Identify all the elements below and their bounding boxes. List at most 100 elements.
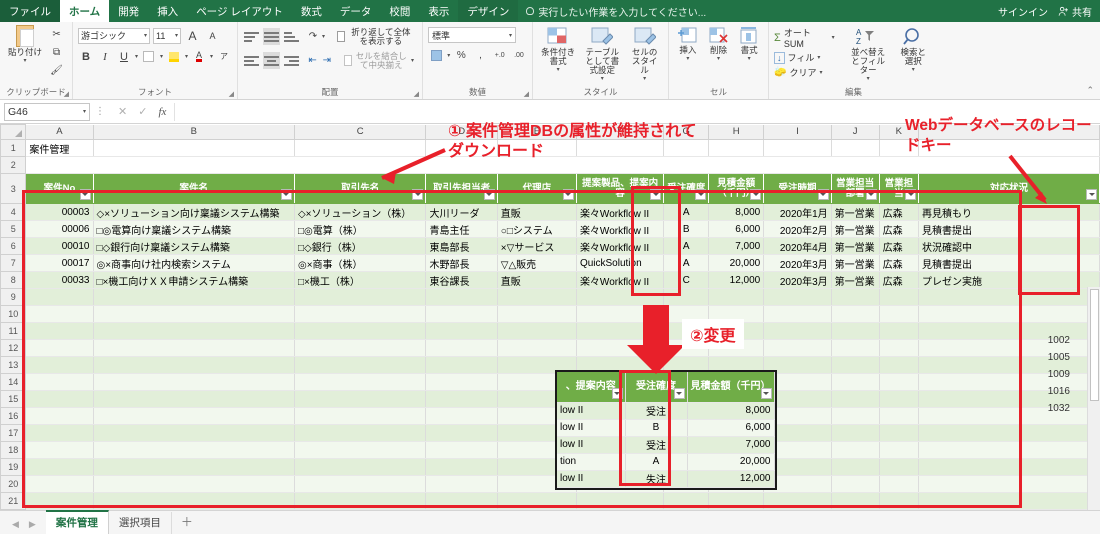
cell-blank[interactable] [576, 339, 665, 357]
row-header-16[interactable]: 16 [0, 407, 27, 425]
cell-e1[interactable] [497, 139, 577, 157]
col-header-a[interactable]: A [25, 124, 94, 140]
col-header-b[interactable]: B [92, 124, 295, 140]
cell-product[interactable]: QuickSolution [576, 254, 665, 272]
cell-amount[interactable]: 8,000 [708, 203, 765, 221]
cell-blank[interactable] [25, 407, 94, 425]
confirm-edit-icon[interactable]: ✓ [138, 105, 147, 118]
cell-status[interactable]: 状況確認中 [918, 237, 1100, 255]
cell-contact[interactable]: 東島部長 [425, 237, 498, 255]
record-key-cell[interactable]: 1016 [1018, 383, 1080, 400]
cell-blank[interactable] [879, 373, 920, 391]
cell-blank[interactable] [294, 424, 427, 442]
cell-blank[interactable] [25, 305, 94, 323]
cell-contact[interactable]: 東谷課長 [425, 271, 498, 289]
cell-j1[interactable] [831, 139, 880, 157]
tell-me-box[interactable]: 実行したい作業を入力してください... [518, 0, 714, 22]
cell-blank[interactable] [93, 322, 295, 340]
cell-blank[interactable] [497, 339, 577, 357]
cut-button[interactable]: ✂ [48, 26, 65, 43]
share-button[interactable]: 共有 [1058, 4, 1092, 19]
cell-blank[interactable] [918, 441, 1100, 459]
cell-blank[interactable] [831, 509, 880, 510]
inset-cell-amount[interactable]: 7,000 [687, 436, 775, 454]
inset-cell-probability[interactable]: 失注 [625, 470, 688, 488]
cell-blank[interactable] [576, 509, 665, 510]
cell-blank[interactable] [497, 322, 577, 340]
cell-blank[interactable] [831, 356, 880, 374]
cell-blank[interactable] [879, 322, 920, 340]
cell-blank[interactable] [763, 492, 832, 510]
sheet-tab-sentaku-koumoku[interactable]: 選択項目 [109, 512, 172, 534]
cell-b1[interactable] [93, 139, 295, 157]
cell-c1[interactable] [294, 139, 427, 157]
cell-blank[interactable] [879, 492, 920, 510]
col-header-e[interactable]: E [496, 124, 577, 140]
row-header-15[interactable]: 15 [0, 390, 27, 408]
cell-blank[interactable] [576, 492, 665, 510]
cell-status[interactable]: プレゼン実施 [918, 271, 1100, 289]
cell-no[interactable]: 00003 [25, 203, 94, 221]
tab-formulas[interactable]: 数式 [292, 0, 331, 22]
cell-blank[interactable] [25, 322, 94, 340]
cell-blank[interactable] [576, 305, 665, 323]
cell-blank[interactable] [763, 339, 832, 357]
inset-cell-product[interactable]: low II [557, 470, 626, 488]
cell-timing[interactable]: 2020年1月 [763, 203, 832, 221]
filter-dropdown-icon[interactable] [611, 387, 623, 399]
clipboard-dialog-launcher[interactable]: ◢ [64, 90, 69, 98]
row-header-2[interactable]: 2 [0, 156, 27, 174]
filter-dropdown-icon[interactable] [905, 189, 917, 200]
filter-dropdown-icon[interactable] [760, 387, 772, 399]
cell-blank[interactable] [918, 492, 1100, 510]
inset-cell-amount[interactable]: 12,000 [687, 470, 775, 488]
underline-button[interactable]: U [116, 48, 132, 65]
filter-dropdown-icon[interactable] [483, 189, 495, 200]
cell-blank[interactable] [497, 288, 577, 306]
borders-button[interactable] [141, 48, 157, 65]
inset-cell-amount[interactable]: 8,000 [687, 402, 775, 420]
filter-dropdown-icon[interactable] [750, 189, 762, 200]
cell-blank[interactable] [25, 339, 94, 357]
font-color-button[interactable]: A [191, 48, 207, 65]
row-header-6[interactable]: 6 [0, 237, 27, 255]
th-rep[interactable]: 営業担当 [879, 173, 920, 204]
cell-customer[interactable]: ◇×ソリューション（株） [294, 203, 427, 221]
cell-blank[interactable] [25, 373, 94, 391]
cell-blank[interactable] [425, 441, 498, 459]
cell-blank[interactable] [425, 509, 498, 510]
cell-dept[interactable]: 第一営業 [831, 271, 880, 289]
decrease-indent-button[interactable]: ⇤ [307, 52, 318, 69]
align-right-button[interactable] [283, 52, 300, 69]
cell-blank[interactable] [93, 424, 295, 442]
cell-blank[interactable] [708, 492, 765, 510]
cell-rep[interactable]: 広森 [879, 203, 920, 221]
th-product[interactable]: 提案製品、提案内容 [576, 173, 665, 204]
cell-blank[interactable] [294, 356, 427, 374]
cell-blank[interactable] [25, 356, 94, 374]
inset-cell-probability[interactable]: A [625, 453, 688, 471]
number-format-select[interactable]: 標準 ▾ [428, 27, 516, 43]
cell-k1[interactable] [879, 139, 920, 157]
italic-button[interactable]: I [97, 48, 113, 65]
cell-blank[interactable] [25, 288, 94, 306]
cell-blank[interactable] [25, 492, 94, 510]
formula-input[interactable] [174, 102, 1078, 121]
format-cells-button[interactable]: 書式 ▾ [735, 26, 763, 63]
alignment-dialog-launcher[interactable]: ◢ [414, 90, 419, 98]
cell-blank[interactable] [763, 509, 832, 510]
inset-th-product[interactable]: 、提案内容 [557, 372, 626, 403]
cell-blank[interactable] [879, 305, 920, 323]
cell-blank[interactable] [663, 322, 710, 340]
cell-blank[interactable] [831, 492, 880, 510]
cell-blank[interactable] [294, 407, 427, 425]
cell-dept[interactable]: 第一営業 [831, 220, 880, 238]
currency-button[interactable] [428, 47, 444, 64]
cell-blank[interactable] [25, 390, 94, 408]
cell-rep[interactable]: 広森 [879, 237, 920, 255]
cell-blank[interactable] [425, 356, 498, 374]
cell-blank[interactable] [294, 373, 427, 391]
col-header-c[interactable]: C [293, 124, 427, 140]
cell-rep[interactable]: 広森 [879, 271, 920, 289]
cell-dept[interactable]: 第一営業 [831, 254, 880, 272]
